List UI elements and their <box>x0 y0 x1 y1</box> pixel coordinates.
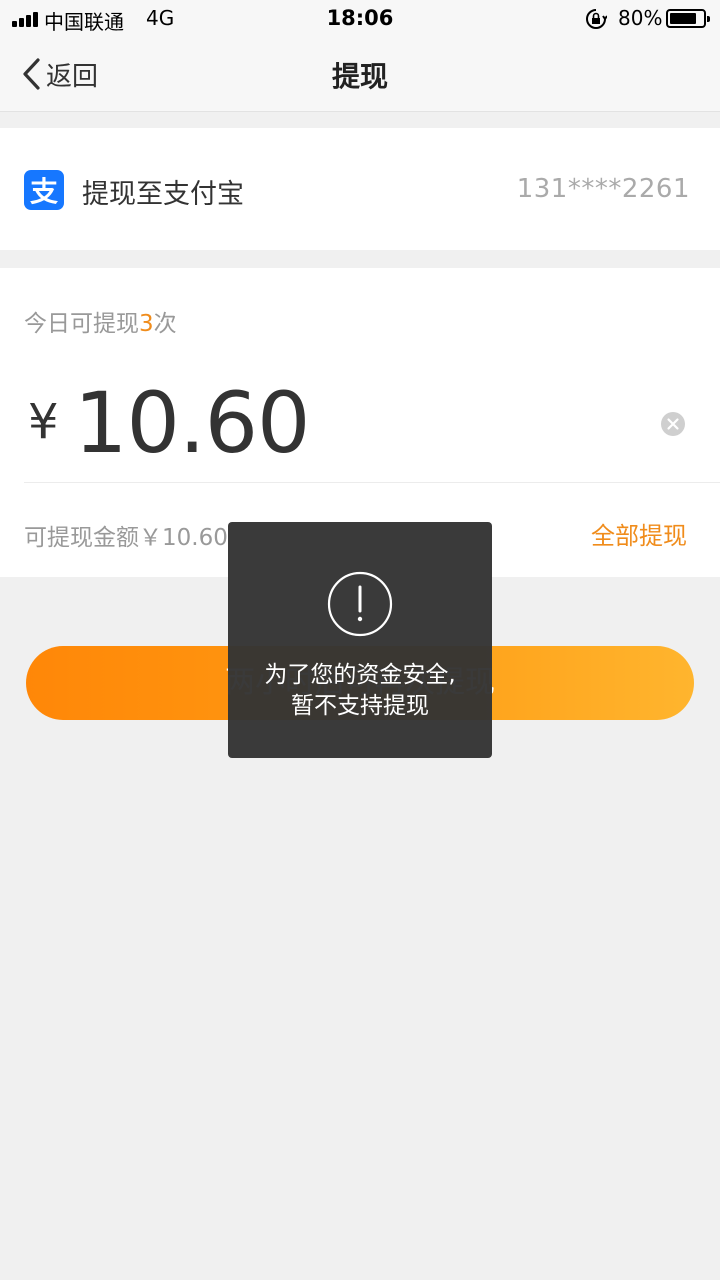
alipay-account-row[interactable]: 支 提现至支付宝 131****2261 <box>0 128 720 250</box>
navigation-bar: 返回 提现 <box>0 38 720 112</box>
currency-symbol: ¥ <box>28 394 59 450</box>
battery-percent: 80% <box>618 6 663 30</box>
divider <box>24 482 720 483</box>
battery-fill <box>670 13 696 24</box>
battery-icon <box>666 9 710 28</box>
header-area: 中国联通 4G 18:06 80% 返回 提现 <box>0 0 720 112</box>
page-title: 提现 <box>331 60 388 93</box>
available-amount: 可提现金额￥10.60 <box>24 525 228 551</box>
exclamation-icon <box>327 571 393 637</box>
svg-text:支: 支 <box>30 175 58 208</box>
daily-limit-count: 3 <box>139 311 154 337</box>
withdraw-all-button[interactable]: 全部提现 <box>591 516 687 551</box>
clear-icon[interactable] <box>660 411 686 437</box>
toast-message-line1: 为了您的资金安全, <box>264 662 456 688</box>
alipay-logo-icon: 支 <box>24 170 64 210</box>
alipay-account: 131****2261 <box>516 174 690 204</box>
amount-input[interactable]: 10.60 <box>74 374 310 472</box>
daily-limit-prefix: 今日可提现 <box>24 311 139 337</box>
daily-limit-suffix: 次 <box>153 311 177 337</box>
daily-limit-text: 今日可提现3次 <box>24 304 177 338</box>
alipay-label: 提现至支付宝 <box>82 179 244 210</box>
rotation-lock-icon <box>586 9 607 29</box>
clock: 18:06 <box>326 6 394 30</box>
security-toast: 为了您的资金安全, 暂不支持提现 <box>228 522 492 758</box>
toast-message-line2: 暂不支持提现 <box>291 693 429 719</box>
status-bar: 中国联通 4G 18:06 80% <box>0 0 720 38</box>
